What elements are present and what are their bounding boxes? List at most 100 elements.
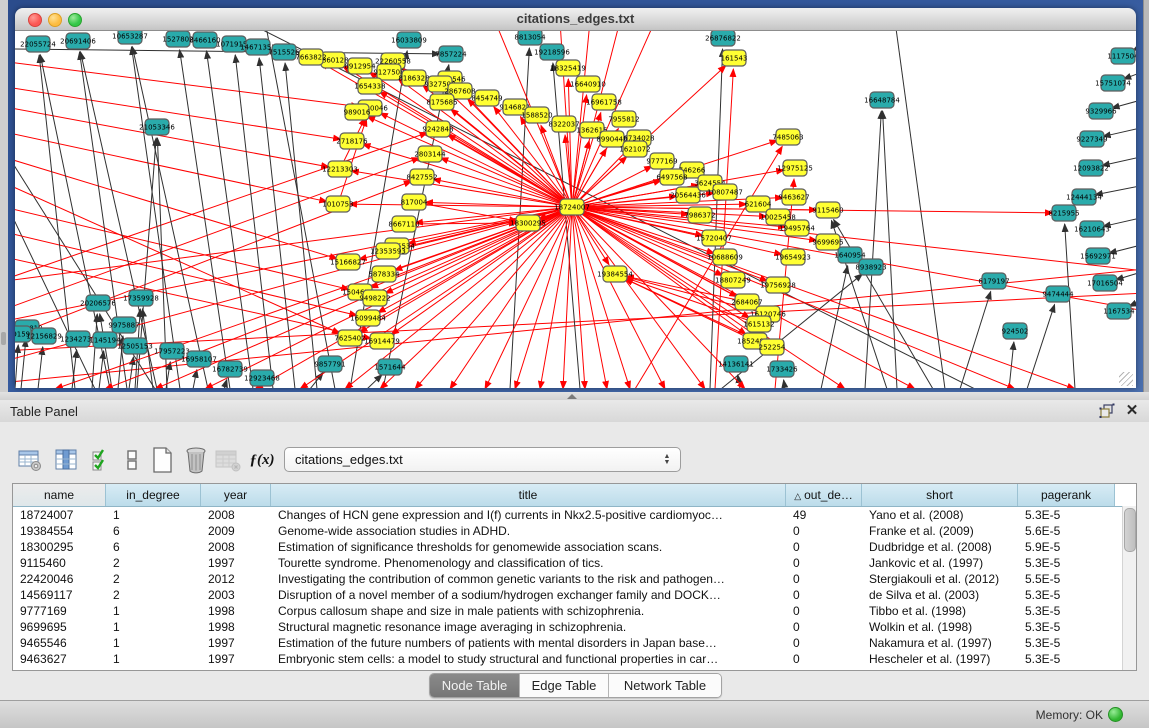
graph-node[interactable]: 7857224 <box>435 46 467 62</box>
table-cell[interactable]: de Silva et al. (2003) <box>862 587 1018 603</box>
graph-node[interactable]: 989016 <box>344 104 371 120</box>
graph-node[interactable]: 1654338 <box>354 78 385 94</box>
graph-node[interactable]: 1733426 <box>766 361 798 377</box>
table-cell[interactable]: 2 <box>106 571 201 587</box>
graph-node[interactable]: 1117504 <box>1107 48 1136 64</box>
table-cell[interactable]: Wolkin et al. (1998) <box>862 619 1018 635</box>
graph-edge[interactable] <box>224 380 227 388</box>
table-cell[interactable]: 5.3E-5 <box>1018 507 1115 523</box>
graph-node[interactable]: 2803144 <box>414 146 446 162</box>
graph-edge[interactable] <box>15 181 340 333</box>
table-cell[interactable]: 1 <box>106 635 201 651</box>
table-cell[interactable]: 9777169 <box>13 603 106 619</box>
table-cell[interactable]: 2 <box>106 555 201 571</box>
graph-node[interactable]: 6497568 <box>656 169 687 185</box>
graph-edge[interactable] <box>572 207 585 388</box>
table-selector-dropdown[interactable]: citations_edges.txt ▲▼ <box>284 447 681 472</box>
graph-node[interactable]: 12213303 <box>322 161 358 177</box>
graph-node[interactable]: 8175685 <box>426 94 457 110</box>
graph-edge[interactable] <box>834 219 933 388</box>
graph-node[interactable]: 9474444 <box>1042 286 1074 302</box>
graph-node[interactable]: 19654923 <box>775 249 811 265</box>
graph-node[interactable]: 7625402 <box>334 330 365 346</box>
network-canvas[interactable]: 1872400798601288912954222605589127508818… <box>15 31 1136 388</box>
graph-node[interactable]: 20691406 <box>60 33 96 49</box>
graph-node[interactable]: 7515526 <box>268 44 300 60</box>
graph-node[interactable]: 252254 <box>759 339 786 355</box>
graph-node[interactable]: 16099484 <box>350 310 386 326</box>
table-cell[interactable]: 9465546 <box>13 635 106 651</box>
graph-node[interactable]: 1621072 <box>619 141 650 157</box>
table-cell[interactable]: 1998 <box>201 603 271 619</box>
graph-node[interactable]: 16782739 <box>212 361 248 377</box>
graph-edge[interactable] <box>99 351 104 388</box>
graph-node[interactable]: 16033809 <box>391 32 427 48</box>
delete-table-button[interactable] <box>182 446 210 474</box>
column-header-out_de[interactable]: △out_de… <box>786 484 862 506</box>
table-cell[interactable]: 2008 <box>201 507 271 523</box>
table-cell[interactable]: 1 <box>106 507 201 523</box>
table-cell[interactable]: 0 <box>786 523 862 539</box>
graph-node[interactable]: 18325419 <box>550 60 586 76</box>
table-row[interactable]: 969969511998Structural magnetic resonanc… <box>13 619 1136 635</box>
tab-edge-table[interactable]: Edge Table <box>520 674 609 697</box>
table-cell[interactable]: 1 <box>106 651 201 667</box>
graph-edge[interactable] <box>895 31 945 388</box>
graph-node[interactable]: 161543 <box>721 50 748 66</box>
table-cell[interactable]: Yano et al. (2008) <box>862 507 1018 523</box>
column-header-pagerank[interactable]: pagerank <box>1018 484 1115 506</box>
graph-edge[interactable] <box>206 51 253 388</box>
table-cell[interactable]: Disruption of a novel member of a sodium… <box>271 587 786 603</box>
graph-node[interactable]: 2718176 <box>336 133 368 149</box>
graph-node[interactable]: 16648784 <box>864 92 900 108</box>
table-cell[interactable]: 1998 <box>201 619 271 635</box>
split-divider[interactable] <box>0 392 1149 400</box>
graph-node[interactable]: 8912954 <box>344 58 376 74</box>
graph-edge[interactable] <box>363 144 572 207</box>
graph-edge[interactable] <box>15 269 1136 383</box>
graph-edge[interactable] <box>15 206 349 289</box>
table-cell[interactable]: 0 <box>786 603 862 619</box>
graph-node[interactable]: 7485063 <box>772 129 803 145</box>
scrollbar-thumb[interactable] <box>1124 508 1136 552</box>
table-row[interactable]: 911546021997Tourette syndrome. Phenomeno… <box>13 555 1136 571</box>
table-cell[interactable]: 2012 <box>201 571 271 587</box>
graph-node[interactable]: 9498222 <box>359 290 390 306</box>
table-cell[interactable]: 0 <box>786 539 862 555</box>
graph-node[interactable]: 6179197 <box>978 273 1009 289</box>
table-cell[interactable]: Nakamura et al. (1997) <box>862 635 1018 651</box>
column-header-short[interactable]: short <box>862 484 1018 506</box>
graph-node[interactable]: 12975125 <box>777 160 813 176</box>
graph-edge[interactable] <box>15 131 327 202</box>
table-vertical-scrollbar[interactable] <box>1122 506 1136 670</box>
table-cell[interactable]: Tibbo et al. (1998) <box>862 603 1018 619</box>
graph-node[interactable]: 19756928 <box>760 277 796 293</box>
row-height-button[interactable] <box>118 446 146 474</box>
table-cell[interactable]: Tourette syndrome. Phenomenology and cla… <box>271 555 786 571</box>
column-header-title[interactable]: title <box>271 484 786 506</box>
new-table-button[interactable] <box>148 446 176 474</box>
graph-node[interactable]: 14136141 <box>718 356 754 372</box>
table-cell[interactable]: Franke et al. (2009) <box>862 523 1018 539</box>
table-cell[interactable]: 2008 <box>201 539 271 555</box>
table-cell[interactable]: 5.5E-5 <box>1018 571 1115 587</box>
table-settings-button[interactable] <box>16 446 44 474</box>
graph-node[interactable]: 7955812 <box>608 111 639 127</box>
function-builder-button[interactable]: ƒ(x) <box>248 446 276 474</box>
table-cell[interactable]: 1997 <box>201 651 271 667</box>
table-cell[interactable]: 18724007 <box>13 507 106 523</box>
graph-node[interactable]: 9463627 <box>778 189 809 205</box>
graph-node[interactable]: 1615132 <box>743 316 774 332</box>
table-cell[interactable]: Estimation of the future numbers of pati… <box>271 635 786 651</box>
graph-node[interactable]: 5878334 <box>368 266 400 282</box>
graph-edge[interactable] <box>1027 304 1055 388</box>
graph-node[interactable]: 12923468 <box>244 370 280 386</box>
table-cell[interactable]: 5.3E-5 <box>1018 651 1115 667</box>
table-cell[interactable]: 1 <box>106 603 201 619</box>
graph-node[interactable]: 9777169 <box>646 153 677 169</box>
table-row[interactable]: 1872400712008Changes of HCN gene express… <box>13 507 1136 523</box>
table-row[interactable]: 1938455462009Genome-wide association stu… <box>13 523 1136 539</box>
graph-node[interactable]: 9242848 <box>422 121 453 137</box>
table-cell[interactable]: Investigating the contribution of common… <box>271 571 786 587</box>
graph-edge[interactable] <box>572 207 665 388</box>
